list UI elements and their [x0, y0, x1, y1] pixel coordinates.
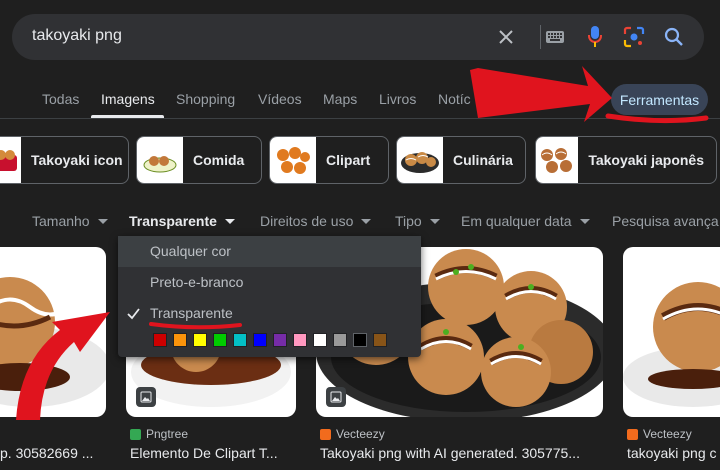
checkmark-icon: [126, 298, 140, 340]
search-divider: [540, 25, 541, 49]
result-image[interactable]: [0, 247, 106, 417]
tab-maps[interactable]: Maps: [323, 91, 357, 107]
chip-thumbnail: [536, 137, 579, 183]
result-source[interactable]: Pngtree: [130, 427, 188, 441]
result-title[interactable]: Elemento De Clipart T...: [130, 445, 290, 461]
result-source[interactable]: Vecteezy: [320, 427, 385, 441]
result-image[interactable]: [623, 247, 720, 417]
filter-pesquisa-avancada[interactable]: Pesquisa avança: [612, 213, 719, 229]
nav-divider: [0, 118, 720, 119]
swatch-blue[interactable]: [253, 333, 267, 347]
result-source[interactable]: Vecteezy: [627, 427, 692, 441]
image-badge-icon: [326, 387, 346, 407]
pngtree-favicon-icon: [130, 428, 141, 440]
caret-down-icon: [579, 218, 590, 224]
result-title[interactable]: Takoyaki png with AI generated. 305775..…: [320, 445, 605, 461]
search-bar[interactable]: takoyaki png: [12, 14, 704, 60]
caret-down-icon: [361, 218, 372, 224]
tab-videos[interactable]: Vídeos: [258, 91, 302, 107]
chip-takoyaki-icon[interactable]: Takoyaki icon: [0, 136, 129, 184]
swatch-pink[interactable]: [293, 333, 307, 347]
close-icon[interactable]: [493, 24, 519, 50]
swatch-yellow[interactable]: [193, 333, 207, 347]
swatch-green[interactable]: [213, 333, 227, 347]
swatch-brown[interactable]: [373, 333, 387, 347]
tab-shopping[interactable]: Shopping: [176, 91, 235, 107]
swatch-white[interactable]: [313, 333, 327, 347]
filter-tipo[interactable]: Tipo: [395, 213, 440, 229]
image-badge-icon: [136, 387, 156, 407]
takoyaki-photo: [623, 282, 720, 407]
keyboard-icon[interactable]: [542, 24, 568, 50]
filter-direitos-de-uso[interactable]: Direitos de uso: [260, 213, 372, 229]
chip-culinaria[interactable]: Culinária: [396, 136, 526, 184]
tab-imagens[interactable]: Imagens: [101, 91, 155, 107]
swatch-orange[interactable]: [173, 333, 187, 347]
chip-thumbnail: [137, 137, 183, 183]
chip-comida[interactable]: Comida: [136, 136, 262, 184]
result-title[interactable]: takoyaki png c: [627, 445, 720, 461]
swatch-gray[interactable]: [333, 333, 347, 347]
filter-tamanho[interactable]: Tamanho: [32, 213, 108, 229]
tab-todas[interactable]: Todas: [42, 91, 79, 107]
chip-thumbnail: [397, 137, 443, 183]
caret-down-icon: [97, 218, 108, 224]
swatch-red[interactable]: [153, 333, 167, 347]
red-arrow-to-tools: [470, 66, 612, 122]
swatch-purple[interactable]: [273, 333, 287, 347]
menu-item-qualquer-cor[interactable]: Qualquer cor: [118, 236, 421, 267]
tab-noticias[interactable]: Notíc: [438, 91, 471, 107]
result-title[interactable]: p. 30582669 ...: [0, 445, 100, 461]
tools-button[interactable]: Ferramentas: [611, 84, 708, 115]
lens-icon[interactable]: [621, 24, 647, 50]
tab-livros[interactable]: Livros: [379, 91, 416, 107]
swatch-black[interactable]: [353, 333, 367, 347]
swatch-teal[interactable]: [233, 333, 247, 347]
chip-thumbnail: [0, 137, 21, 183]
menu-item-transparente[interactable]: Transparente: [118, 298, 421, 329]
microphone-icon[interactable]: [582, 24, 608, 50]
caret-down-icon: [224, 218, 235, 224]
caret-down-icon: [429, 218, 440, 224]
filter-cor[interactable]: Transparente: [129, 213, 235, 229]
search-input[interactable]: takoyaki png: [32, 27, 122, 45]
chip-takoyaki-japones[interactable]: Takoyaki japonês: [535, 136, 717, 184]
vecteezy-favicon-icon: [627, 428, 638, 440]
takoyaki-photo: [0, 277, 106, 407]
vecteezy-favicon-icon: [320, 428, 331, 440]
chip-thumbnail: [270, 137, 316, 183]
menu-item-preto-e-branco[interactable]: Preto-e-branco: [118, 267, 421, 298]
search-icon[interactable]: [661, 24, 687, 50]
chip-clipart[interactable]: Clipart: [269, 136, 389, 184]
filter-data[interactable]: Em qualquer data: [461, 213, 590, 229]
